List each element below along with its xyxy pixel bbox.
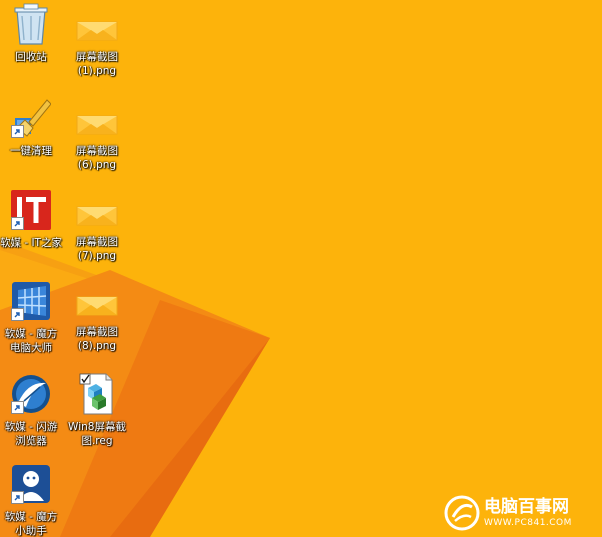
mofang-master-icon — [9, 279, 53, 323]
desktop-icon-screenshot-1[interactable]: 屏幕截图 (1).png — [57, 16, 137, 102]
desktop-icon-mofang-helper[interactable]: 软媒 - 魔方 小助手 — [0, 462, 71, 537]
shortcut-arrow-icon — [11, 125, 24, 138]
desktop-icon-screenshot-6[interactable]: 屏幕截图 (6).png — [57, 110, 137, 196]
desktop-icon-label: 屏幕截图 (6).png — [76, 145, 118, 171]
pc841-watermark: 电脑百事网 WWW.PC841.COM — [444, 492, 600, 534]
shortcut-arrow-icon — [11, 491, 24, 504]
watermark-url: WWW.PC841.COM — [484, 518, 572, 528]
desktop-icon-label: Win8屏幕截 图.reg — [68, 421, 126, 447]
desktop-icon-label: 屏幕截图 (1).png — [76, 51, 118, 77]
ithome-icon — [9, 188, 53, 232]
desktop-icon-screenshot-8[interactable]: 屏幕截图 (8).png — [57, 291, 137, 377]
recycle-bin-icon — [9, 2, 53, 46]
desktop-icon-label: 屏幕截图 (7).png — [76, 236, 118, 262]
watermark-title: 电脑百事网 — [484, 497, 569, 517]
shortcut-arrow-icon — [11, 217, 24, 230]
pc841-logo-icon — [444, 495, 480, 531]
shortcut-arrow-icon — [11, 401, 24, 414]
desktop-icon-win8-reg[interactable]: Win8屏幕截 图.reg — [57, 372, 137, 458]
mofang-helper-icon — [9, 462, 53, 506]
desktop-icon-label: 软媒 - 魔方 小助手 — [4, 511, 58, 537]
shanyou-browser-icon — [9, 372, 53, 416]
desktop-icon-label: 屏幕截图 (8).png — [76, 326, 118, 352]
png-image-icon — [75, 291, 119, 321]
png-image-icon — [75, 16, 119, 46]
reg-file-icon — [75, 372, 119, 416]
desktop-icon-screenshot-7[interactable]: 屏幕截图 (7).png — [57, 201, 137, 287]
desktop[interactable]: 回收站 一键清理 软媒 - IT之家 软媒 - 魔方 电脑大师 软媒 - 闪游 … — [0, 0, 602, 537]
png-image-icon — [75, 201, 119, 231]
shortcut-arrow-icon — [11, 308, 24, 321]
png-image-icon — [75, 110, 119, 140]
broom-cleaner-icon — [9, 96, 53, 140]
